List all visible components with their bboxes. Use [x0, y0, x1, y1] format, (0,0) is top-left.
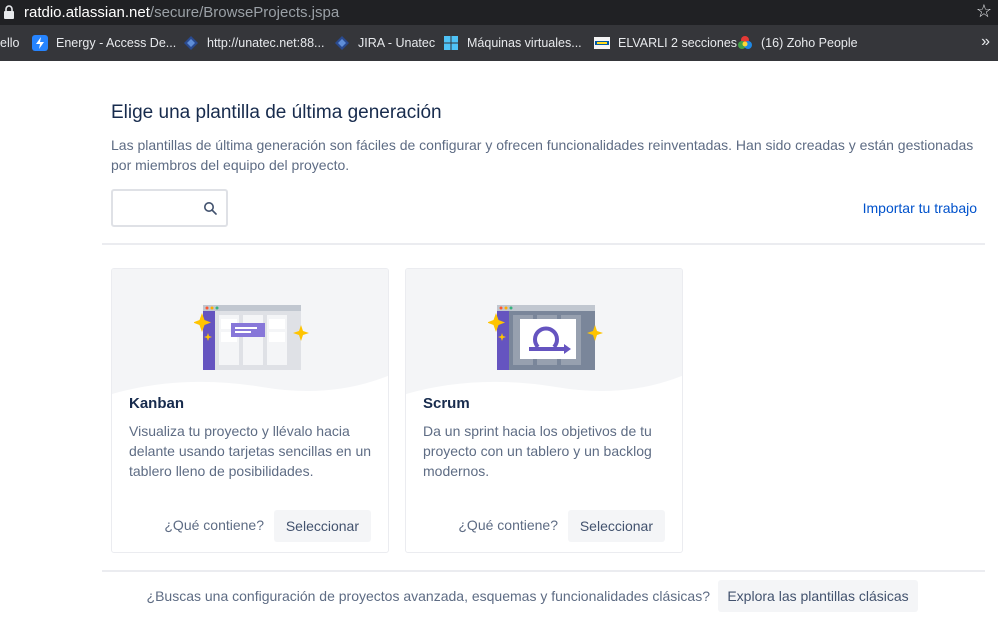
whats-inside-link[interactable]: ¿Qué contiene?	[458, 517, 558, 533]
page-title: Elige una plantilla de última generación	[111, 102, 442, 123]
bookmark-label: http://unatec.net:88...	[207, 36, 325, 50]
url-host: ratdio.atlassian.net	[24, 4, 150, 21]
divider	[102, 243, 985, 245]
template-card-kanban[interactable]: Kanban Visualiza tu proyecto y llévalo h…	[111, 268, 389, 553]
select-button[interactable]: Seleccionar	[567, 510, 665, 542]
bookmark-label: Energy - Access De...	[56, 36, 177, 50]
lightning-icon	[32, 35, 48, 51]
bookmark-item[interactable]: ello	[0, 25, 19, 61]
template-description: Visualiza tu proyecto y llévalo hacia de…	[129, 423, 372, 479]
search-icon	[204, 202, 217, 215]
jira-icon	[183, 35, 199, 51]
bookmark-item[interactable]: JIRA - Unatec	[334, 25, 435, 61]
bookmark-item[interactable]: http://unatec.net:88...	[183, 25, 324, 61]
bookmark-item[interactable]: Máquinas virtuales...	[443, 25, 582, 61]
bookmark-label: JIRA - Unatec	[358, 36, 436, 50]
zoho-icon	[737, 35, 753, 51]
select-button[interactable]: Seleccionar	[273, 510, 371, 542]
bookmark-label: ELVARLI 2 secciones	[618, 36, 738, 50]
ikea-icon	[594, 35, 610, 51]
bookmark-item[interactable]: (16) Zoho People	[737, 25, 858, 61]
windows-icon	[443, 35, 459, 51]
search-input[interactable]	[111, 189, 228, 227]
scrum-sprint-illustration	[488, 305, 603, 370]
page-description: Las plantillas de última generación son …	[111, 137, 974, 173]
url-path: /secure/BrowseProjects.jspa	[149, 4, 340, 21]
card-hero	[112, 269, 388, 399]
lock-icon	[4, 5, 14, 19]
explore-classic-templates-button[interactable]: Explora las plantillas clásicas	[718, 580, 918, 612]
bookmark-item[interactable]: Energy - Access De...	[32, 25, 176, 61]
more-bookmarks-button[interactable]: »	[981, 33, 990, 51]
jira-icon	[334, 35, 350, 51]
bookmarks-bar: ello Energy - Access De... http://unatec…	[0, 25, 998, 61]
template-description: Da un sprint hacia los objetivos de tu p…	[423, 423, 652, 479]
bookmark-item[interactable]: ELVARLI 2 secciones	[594, 25, 737, 61]
browser-address-bar: ratdio.atlassian.net/secure/BrowseProjec…	[0, 0, 998, 25]
classic-templates-question: ¿Buscas una configuración de proyectos a…	[146, 588, 710, 604]
divider	[102, 570, 985, 572]
template-name: Kanban	[129, 395, 185, 412]
import-work-link[interactable]: Importar tu trabajo	[863, 200, 977, 216]
bookmark-label: ello	[0, 36, 20, 50]
kanban-board-illustration	[194, 305, 309, 370]
bookmark-label: (16) Zoho People	[761, 36, 858, 50]
template-name: Scrum	[423, 395, 470, 412]
bookmark-label: Máquinas virtuales...	[467, 36, 582, 50]
url-field[interactable]: ratdio.atlassian.net/secure/BrowseProjec…	[24, 4, 339, 21]
star-icon[interactable]: ☆	[976, 1, 992, 22]
template-card-scrum[interactable]: Scrum Da un sprint hacia los objetivos d…	[405, 268, 683, 553]
card-hero	[406, 269, 682, 399]
whats-inside-link[interactable]: ¿Qué contiene?	[164, 517, 264, 533]
